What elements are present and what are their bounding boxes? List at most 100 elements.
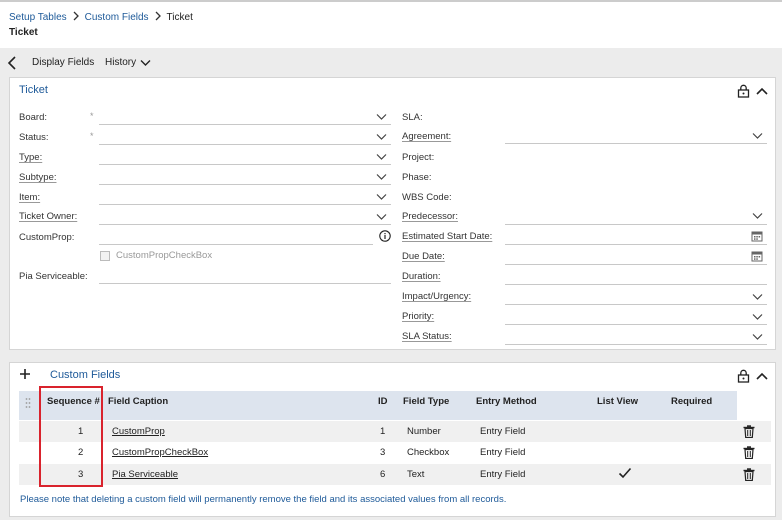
custom-fields-grid-header: Sequence # Field Caption ID Field Type E… bbox=[19, 391, 737, 420]
row-entry-method: Entry Field bbox=[480, 426, 526, 437]
board-dropdown[interactable] bbox=[99, 124, 391, 125]
row-entry-method: Entry Field bbox=[480, 447, 526, 458]
drag-handle-icon bbox=[25, 398, 31, 408]
column-header-list-view[interactable]: List View bbox=[597, 396, 638, 407]
sequence-column-highlight bbox=[39, 386, 103, 487]
subtype-label[interactable]: Subtype: bbox=[19, 172, 57, 183]
custom-fields-panel-actions bbox=[737, 369, 769, 383]
chevron-down-icon[interactable] bbox=[376, 131, 387, 142]
lock-icon[interactable] bbox=[737, 84, 751, 98]
delete-warning-note: Please note that deleting a custom field… bbox=[20, 494, 507, 505]
history-menu-button[interactable]: History bbox=[105, 57, 151, 68]
breadcrumb-separator-icon bbox=[153, 11, 163, 24]
predecessor-dropdown[interactable] bbox=[505, 224, 767, 225]
chevron-down-icon[interactable] bbox=[376, 191, 387, 202]
table-row[interactable]: 3 Pia Serviceable 6 Text Entry Field bbox=[19, 464, 771, 485]
chevron-down-icon[interactable] bbox=[376, 151, 387, 162]
checkmark-icon bbox=[618, 467, 632, 479]
item-dropdown[interactable] bbox=[99, 204, 391, 205]
table-row[interactable]: 1 CustomProp 1 Number Entry Field bbox=[19, 421, 771, 442]
lock-icon[interactable] bbox=[737, 369, 751, 383]
duration-input[interactable] bbox=[505, 284, 767, 285]
row-field-caption-link[interactable]: Pia Serviceable bbox=[112, 469, 178, 480]
custompropcheckbox-field[interactable]: CustomPropCheckBox bbox=[100, 250, 212, 261]
row-entry-method: Entry Field bbox=[480, 469, 526, 480]
chevron-down-icon[interactable] bbox=[376, 171, 387, 182]
board-label: Board: bbox=[19, 112, 47, 123]
plus-icon[interactable] bbox=[18, 367, 32, 381]
trash-icon[interactable] bbox=[743, 425, 755, 438]
breadcrumb: Setup Tables Custom Fields Ticket bbox=[9, 11, 193, 24]
status-required-mark: * bbox=[90, 131, 94, 141]
chevron-down-icon[interactable] bbox=[376, 211, 387, 222]
board-required-mark: * bbox=[90, 111, 94, 121]
column-header-entry-method[interactable]: Entry Method bbox=[476, 396, 537, 407]
column-header-id[interactable]: ID bbox=[378, 396, 388, 407]
trash-icon[interactable] bbox=[743, 468, 755, 481]
sla-status-dropdown[interactable] bbox=[505, 344, 767, 345]
calendar-icon[interactable] bbox=[751, 230, 763, 242]
breadcrumb-custom-fields[interactable]: Custom Fields bbox=[85, 12, 149, 23]
chevron-left-icon[interactable] bbox=[6, 54, 20, 72]
chevron-down-icon bbox=[140, 59, 151, 66]
due-date-input[interactable] bbox=[505, 264, 767, 265]
trash-icon[interactable] bbox=[743, 446, 755, 459]
display-fields-button[interactable]: Display Fields bbox=[32, 57, 94, 68]
chevron-down-icon[interactable] bbox=[376, 111, 387, 122]
agreement-dropdown[interactable] bbox=[505, 143, 767, 144]
agreement-label[interactable]: Agreement: bbox=[402, 131, 451, 142]
item-label[interactable]: Item: bbox=[19, 192, 40, 203]
row-field-caption-link[interactable]: CustomPropCheckBox bbox=[112, 447, 208, 458]
impact-urgency-label[interactable]: Impact/Urgency: bbox=[402, 291, 471, 302]
project-label: Project: bbox=[402, 152, 435, 163]
column-header-field-type[interactable]: Field Type bbox=[403, 396, 449, 407]
row-id: 1 bbox=[380, 426, 386, 437]
status-dropdown[interactable] bbox=[99, 144, 391, 145]
ticket-owner-dropdown[interactable] bbox=[99, 224, 391, 225]
chevron-up-icon[interactable] bbox=[755, 369, 769, 383]
chevron-down-icon[interactable] bbox=[752, 291, 763, 302]
impact-urgency-dropdown[interactable] bbox=[505, 304, 767, 305]
predecessor-label[interactable]: Predecessor: bbox=[402, 211, 458, 222]
row-field-type: Text bbox=[407, 469, 425, 480]
custom-fields-panel: Custom Fields Sequence # Field Caption I… bbox=[9, 362, 776, 517]
chevron-up-icon[interactable] bbox=[755, 84, 769, 98]
wbs-code-label: WBS Code: bbox=[402, 192, 452, 203]
ticket-panel: Ticket Board: * Status: * Type: Subtype:… bbox=[9, 77, 776, 350]
due-date-label[interactable]: Due Date: bbox=[402, 251, 445, 262]
priority-label[interactable]: Priority: bbox=[402, 311, 434, 322]
sla-status-label[interactable]: SLA Status: bbox=[402, 331, 452, 342]
pia-serviceable-label: Pia Serviceable: bbox=[19, 271, 88, 282]
page-title: Ticket bbox=[9, 27, 38, 38]
estimated-start-date-label[interactable]: Estimated Start Date: bbox=[402, 231, 492, 242]
priority-dropdown[interactable] bbox=[505, 324, 767, 325]
table-row[interactable]: 2 CustomPropCheckBox 3 Checkbox Entry Fi… bbox=[19, 442, 771, 463]
estimated-start-date-input[interactable] bbox=[505, 244, 767, 245]
duration-label[interactable]: Duration: bbox=[402, 271, 441, 282]
custompropcheckbox-label: CustomPropCheckBox bbox=[116, 250, 213, 261]
calendar-icon[interactable] bbox=[751, 250, 763, 262]
type-label[interactable]: Type: bbox=[19, 152, 42, 163]
customprop-input[interactable] bbox=[99, 244, 373, 245]
chevron-down-icon[interactable] bbox=[752, 130, 763, 141]
breadcrumb-setup-tables[interactable]: Setup Tables bbox=[9, 12, 67, 23]
pia-serviceable-input[interactable] bbox=[99, 283, 391, 284]
chevron-down-icon[interactable] bbox=[752, 311, 763, 322]
row-field-caption-link[interactable]: CustomProp bbox=[112, 426, 165, 437]
custompropcheckbox-checkbox[interactable] bbox=[100, 250, 110, 261]
column-header-field-caption[interactable]: Field Caption bbox=[108, 396, 168, 407]
ticket-owner-label[interactable]: Ticket Owner: bbox=[19, 211, 77, 222]
ticket-panel-title: Ticket bbox=[19, 84, 48, 96]
type-dropdown[interactable] bbox=[99, 164, 391, 165]
info-icon[interactable] bbox=[379, 230, 391, 242]
toolbar: Display Fields History bbox=[0, 53, 782, 73]
chevron-down-icon[interactable] bbox=[752, 331, 763, 342]
column-header-required[interactable]: Required bbox=[671, 396, 712, 407]
row-field-type: Number bbox=[407, 426, 441, 437]
sla-label: SLA: bbox=[402, 112, 423, 123]
breadcrumb-current: Ticket bbox=[166, 12, 193, 23]
phase-label: Phase: bbox=[402, 172, 432, 183]
chevron-down-icon[interactable] bbox=[752, 210, 763, 221]
subtype-dropdown[interactable] bbox=[99, 184, 391, 185]
ticket-panel-actions bbox=[737, 84, 769, 98]
